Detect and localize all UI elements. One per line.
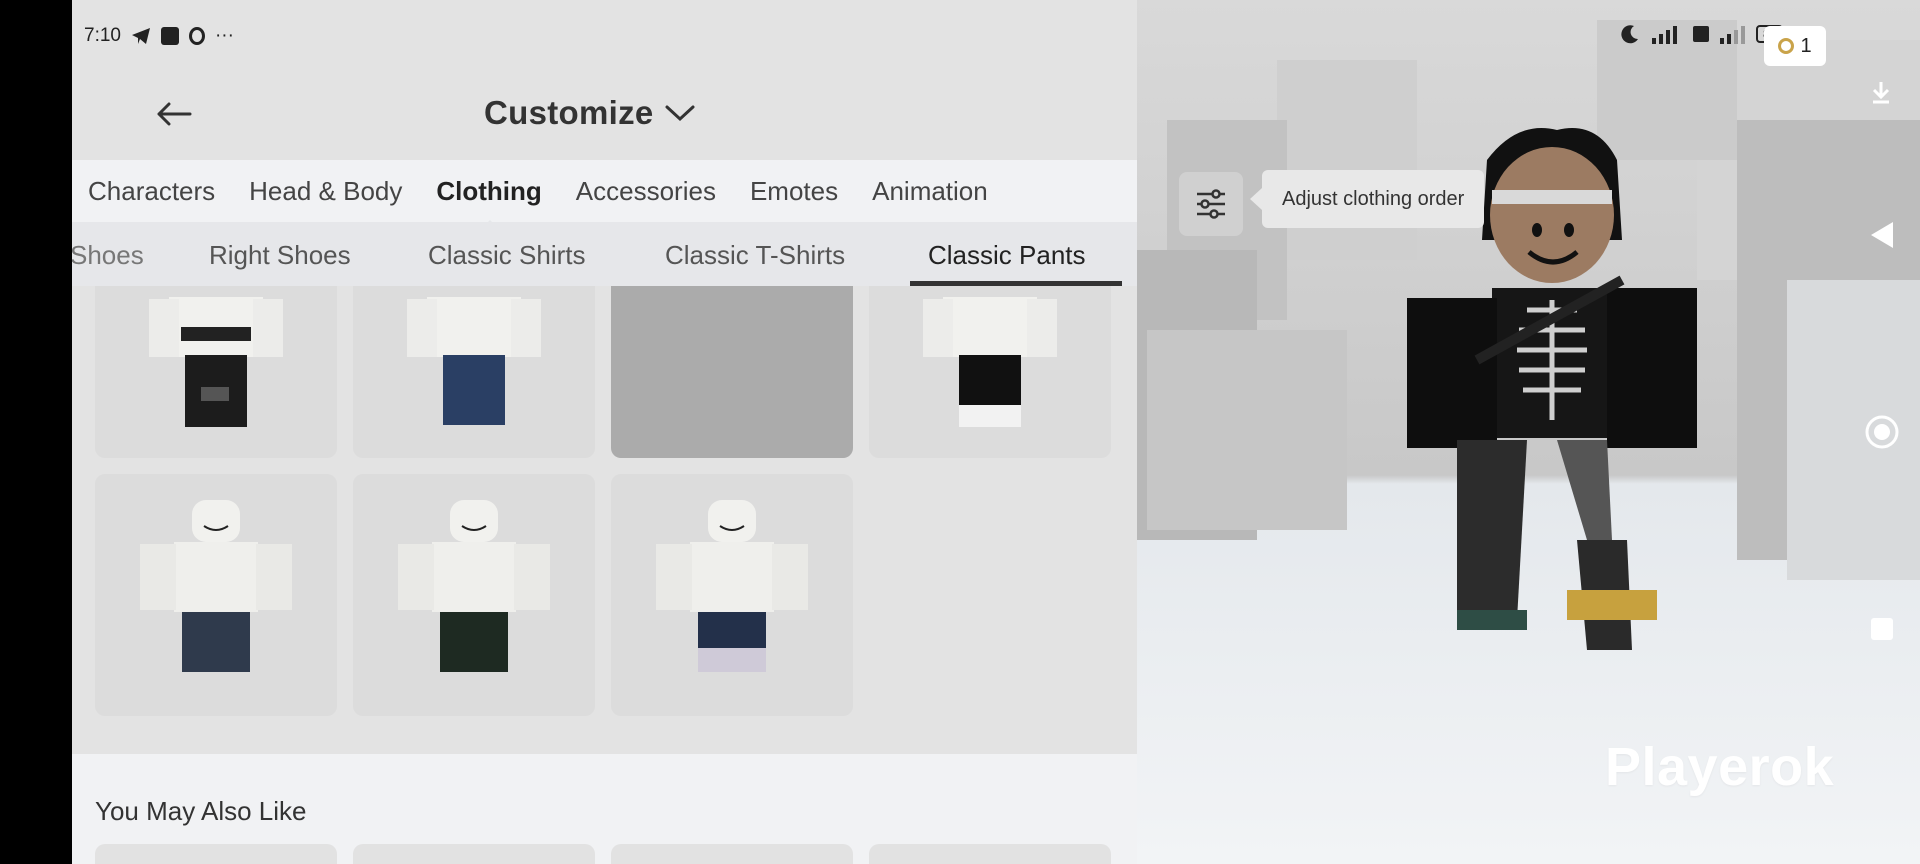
robux-count: 1	[1800, 34, 1812, 57]
recommended-tile[interactable]	[869, 844, 1111, 864]
subtab-classic-shirts[interactable]: Classic Shirts	[428, 240, 585, 271]
subtab-classic-pants[interactable]: Classic Pants	[928, 240, 1086, 271]
section-title: You May Also Like	[95, 796, 307, 826]
item-tile[interactable]	[353, 286, 595, 458]
telegram-icon	[131, 28, 150, 44]
customize-panel: 7:10 ··· Customize Characters Head & Bod…	[72, 0, 1137, 864]
recommended-tile[interactable]	[611, 844, 853, 864]
volte-icon	[1693, 26, 1709, 42]
item-tile[interactable]	[869, 286, 1111, 458]
back-button[interactable]	[154, 94, 194, 134]
subtab-classic-tshirts[interactable]: Classic T-Shirts	[665, 240, 845, 271]
item-tile[interactable]	[611, 474, 853, 716]
app-square-icon	[160, 27, 179, 45]
recommendations-section: You May Also Like	[72, 754, 1137, 864]
category-tabs: Characters Head & Body Clothing Accessor…	[72, 160, 1137, 231]
item-grid	[95, 286, 1115, 746]
arrow-left-icon	[157, 102, 192, 126]
avatar-thumbnail	[407, 297, 541, 425]
tab-clothing[interactable]: Clothing	[436, 176, 542, 231]
avatar-3d-view[interactable]: Playerok	[1137, 0, 1920, 864]
signal-icon	[1720, 26, 1745, 44]
chevron-down-icon	[665, 105, 695, 122]
robux-icon	[1778, 38, 1795, 54]
signal-icon	[1652, 26, 1677, 44]
avatar-thumbnail	[149, 297, 283, 427]
clothing-subtabs: Shoes Right Shoes Classic Shirts Classic…	[72, 222, 1137, 286]
page-title: Customize	[484, 94, 654, 131]
item-tile[interactable]	[353, 474, 595, 716]
recommended-tile[interactable]	[353, 844, 595, 864]
download-icon[interactable]	[1867, 78, 1895, 106]
title-dropdown[interactable]: Customize	[484, 94, 696, 132]
subtab-right-shoes[interactable]: Right Shoes	[209, 240, 351, 271]
status-more: ···	[214, 25, 234, 46]
robux-balance[interactable]: 1	[1764, 26, 1826, 66]
avatar-thumbnail	[398, 500, 550, 672]
moon-icon	[1621, 25, 1638, 44]
header: Customize	[72, 78, 1137, 154]
tab-head-body[interactable]: Head & Body	[249, 176, 402, 207]
opera-icon	[188, 27, 205, 45]
nav-recent-square-icon[interactable]	[1869, 616, 1895, 642]
status-bar: 7:10 ···	[84, 22, 234, 50]
item-tile[interactable]	[95, 286, 337, 458]
tab-accessories[interactable]: Accessories	[576, 176, 716, 207]
sliders-icon	[1197, 189, 1225, 219]
status-icons-right: 82	[1620, 24, 1784, 44]
avatar-thumbnail	[140, 500, 292, 672]
recommended-tile[interactable]	[95, 844, 337, 864]
avatar-thumbnail	[656, 500, 808, 672]
adjust-order-tooltip: Adjust clothing order	[1249, 170, 1485, 228]
tooltip-text: Adjust clothing order	[1282, 187, 1465, 210]
item-tile-loading[interactable]	[611, 286, 853, 458]
nav-home-circle-icon[interactable]	[1864, 414, 1900, 450]
adjust-order-button[interactable]	[1179, 172, 1243, 236]
nav-back-triangle-icon[interactable]	[1869, 220, 1895, 250]
watermark: Playerok	[1605, 737, 1835, 797]
tab-characters[interactable]: Characters	[88, 176, 215, 207]
avatar-thumbnail	[923, 297, 1057, 427]
tab-animation[interactable]: Animation	[872, 176, 988, 207]
status-time: 7:10	[84, 25, 121, 46]
subtab-shoes[interactable]: Shoes	[72, 240, 144, 271]
left-black-bar	[0, 0, 72, 864]
item-tile[interactable]	[95, 474, 337, 716]
tab-emotes[interactable]: Emotes	[750, 176, 838, 207]
